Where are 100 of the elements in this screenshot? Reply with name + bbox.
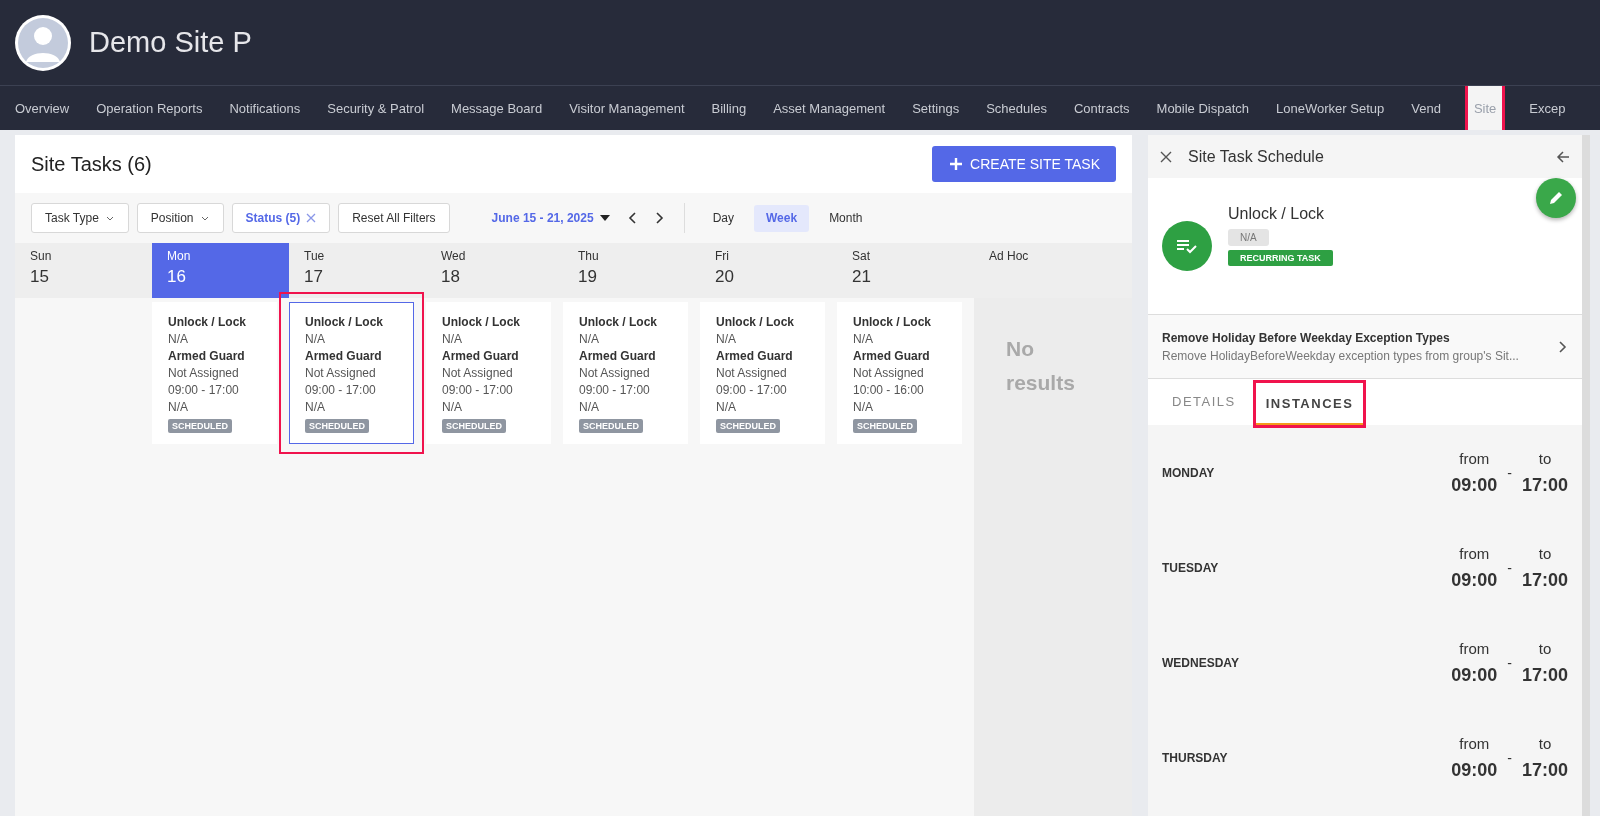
to-time: 17:00 [1521, 664, 1568, 686]
from-time: 09:00 [1451, 664, 1498, 686]
task-detail: N/A [168, 332, 189, 346]
from-label: from [1459, 639, 1490, 657]
task-detail: N/A [305, 332, 326, 346]
status-badge: SCHEDULED [305, 419, 369, 433]
task-card[interactable]: Unlock / Lock N/A Armed Guard Not Assigned 10:00 - 16:00 N/A SCHEDULED [837, 302, 962, 444]
nav-tab[interactable]: Message Board [451, 86, 543, 130]
task-detail: N/A [853, 332, 874, 346]
detail-tab[interactable]: DETAILS [1162, 379, 1246, 425]
recurring-badge: RECURRING TASK [1228, 249, 1333, 266]
panel-title: Site Task Schedule [1188, 147, 1325, 166]
instance-day: THURSDAY [1162, 750, 1452, 765]
nav-tab[interactable]: LoneWorker Setup [1276, 86, 1385, 130]
task-time: 10:00 - 16:00 [853, 383, 925, 397]
weekday-label: Sun [30, 249, 53, 263]
task-assignee: Not Assigned [168, 366, 240, 380]
from-label: from [1459, 449, 1490, 467]
nav-tab[interactable]: Contracts [1073, 86, 1130, 130]
view-tab[interactable]: Week [754, 204, 810, 232]
status-badge: SCHEDULED [853, 419, 917, 433]
weekday-label: Mon [167, 249, 192, 263]
task-card[interactable]: Unlock / Lock N/A Armed Guard Not Assigned 09:00 - 17:00 N/A SCHEDULED [563, 302, 688, 444]
task-detail: N/A [442, 332, 463, 346]
to-label: to [1538, 544, 1552, 562]
date-range-button[interactable]: June 15 - 21, 2025 [485, 210, 616, 226]
nav-tab[interactable]: Vend [1411, 86, 1441, 130]
task-title: Unlock / Lock [305, 315, 385, 329]
nav-tab[interactable]: Overview [15, 86, 70, 130]
status-badge: SCHEDULED [168, 419, 232, 433]
exception-item[interactable]: Remove Holiday Before Weekday Exception Types Remove HolidayBeforeWeekday exception types from group's Sit... [1148, 315, 1582, 379]
nav-tab[interactable]: Visitor Management [569, 86, 685, 130]
nav-tab[interactable]: Mobile Dispatch [1156, 86, 1250, 130]
nav-tab[interactable]: Asset Management [773, 86, 886, 130]
ad-hoc-label: Ad Hoc [989, 249, 1030, 263]
nav-tab[interactable]: Excep [1529, 86, 1566, 130]
task-time: 09:00 - 17:00 [305, 383, 377, 397]
date-label: 20 [715, 267, 735, 287]
task-assignee: Not Assigned [853, 366, 925, 380]
task-time: 09:00 - 17:00 [442, 383, 514, 397]
filter-button[interactable]: Task Type [31, 203, 129, 233]
create-site-task-button[interactable]: CREATE SITE TASK [932, 146, 1116, 182]
checklist-icon [1162, 221, 1212, 271]
nav-tab[interactable]: Notifications [229, 86, 301, 130]
task-title: Unlock / Lock [716, 315, 796, 329]
weekday-label: Fri [715, 249, 730, 263]
date-label: 16 [167, 267, 187, 287]
task-detail: N/A [853, 400, 874, 414]
task-assignee: Not Assigned [442, 366, 514, 380]
nav-tab[interactable]: Billing [711, 86, 747, 130]
weekday-label: Tue [304, 249, 326, 263]
task-detail: N/A [305, 400, 326, 414]
task-card[interactable]: Unlock / Lock N/A Armed Guard Not Assigned 09:00 - 17:00 N/A SCHEDULED [289, 302, 414, 444]
status-badge: SCHEDULED [579, 419, 643, 433]
filter-button[interactable]: Position [136, 203, 224, 233]
detail-tab[interactable]: INSTANCES [1255, 383, 1364, 425]
task-card[interactable]: Unlock / Lock N/A Armed Guard Not Assigned 09:00 - 17:00 N/A SCHEDULED [426, 302, 551, 444]
task-card[interactable]: Unlock / Lock N/A Armed Guard Not Assigned 09:00 - 17:00 N/A SCHEDULED [700, 302, 825, 444]
task-title: Unlock / Lock [579, 315, 659, 329]
task-position: Armed Guard [305, 349, 383, 363]
task-title: Unlock / Lock [442, 315, 522, 329]
status-badge: SCHEDULED [716, 419, 780, 433]
task-time: 09:00 - 17:00 [168, 383, 240, 397]
nav-tab[interactable]: Operation Reports [96, 86, 203, 130]
nav-tab[interactable]: Schedules [986, 86, 1047, 130]
date-label: 19 [578, 267, 598, 287]
task-time: 09:00 - 17:00 [716, 383, 788, 397]
caret-down-icon [599, 215, 610, 221]
filter-button[interactable]: Status (5) [231, 203, 331, 233]
view-tab[interactable]: Month [817, 204, 875, 232]
nav-tab[interactable]: Settings [912, 86, 960, 130]
plus-icon [948, 156, 965, 172]
site-name: Demo Site P [89, 26, 252, 59]
task-detail: N/A [716, 400, 737, 414]
filter-button[interactable]: Reset All Filters [338, 203, 450, 233]
chevron-right-icon [1558, 339, 1568, 354]
instance-day: MONDAY [1162, 465, 1452, 480]
edit-button[interactable] [1536, 178, 1576, 218]
weekday-label: Thu [578, 249, 600, 263]
task-assignee: Not Assigned [305, 366, 377, 380]
from-label: from [1459, 544, 1490, 562]
from-time: 09:00 [1451, 759, 1498, 781]
task-name: Unlock / Lock [1228, 204, 1325, 223]
exception-title: Remove Holiday Before Weekday Exception Types [1162, 330, 1451, 345]
task-card[interactable]: Unlock / Lock N/A Armed Guard Not Assigned 09:00 - 17:00 N/A SCHEDULED [152, 302, 277, 444]
pencil-icon [1547, 189, 1565, 207]
time-separator: - [1507, 749, 1512, 766]
task-detail: N/A [579, 332, 600, 346]
date-label: 21 [852, 267, 872, 287]
view-tab[interactable]: Day [700, 204, 746, 232]
from-label: from [1459, 734, 1490, 752]
empty-message: No results [1005, 336, 1076, 396]
avatar-icon [14, 13, 72, 72]
instance-day: WEDNESDAY [1162, 655, 1452, 670]
task-assignee: Not Assigned [716, 366, 788, 380]
weekday-label: Sat [852, 249, 871, 263]
nav-tab[interactable]: Security & Patrol [327, 86, 425, 130]
close-icon [306, 213, 317, 223]
task-time: 09:00 - 17:00 [579, 383, 651, 397]
from-time: 09:00 [1451, 569, 1498, 591]
